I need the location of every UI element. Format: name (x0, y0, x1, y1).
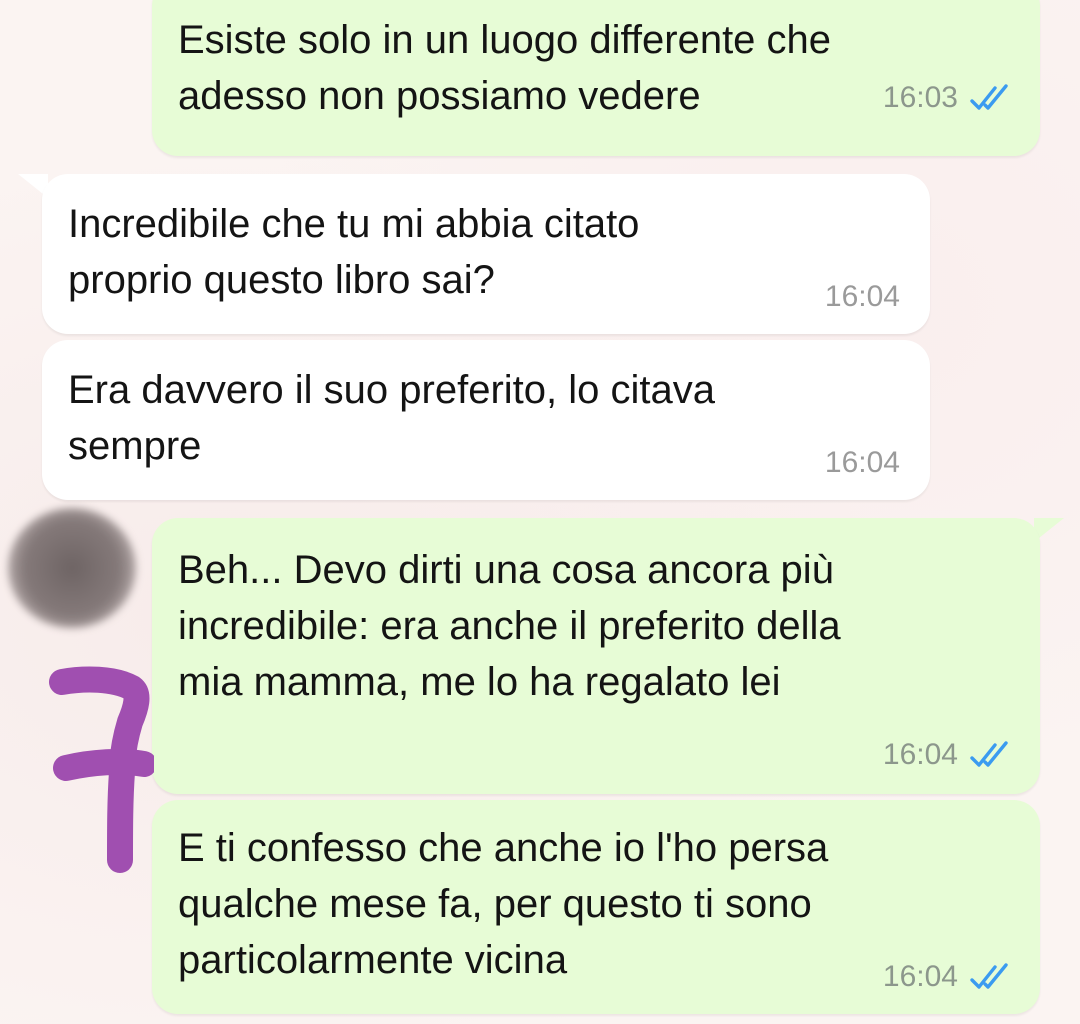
message-bubble-incoming[interactable]: Era davvero il suo preferito, lo citava … (42, 340, 930, 500)
message-time: 16:04 (882, 960, 958, 993)
message-meta: 16:04 (883, 960, 1014, 994)
message-text: Incredibile che tu mi abbia citato propr… (68, 202, 640, 302)
message-time: 16:04 (882, 738, 958, 771)
double-check-icon (970, 963, 1008, 989)
redacted-avatar (8, 508, 136, 628)
message-meta: 16:04 (825, 446, 900, 480)
message-text: Era davvero il suo preferito, lo citava … (68, 368, 715, 468)
message-meta: 16:03 (883, 81, 1014, 115)
message-text: Esiste solo in un luogo differente che a… (178, 18, 832, 118)
message-meta: 16:04 (883, 738, 1014, 772)
double-check-icon (970, 741, 1008, 767)
message-meta: 16:04 (825, 280, 900, 314)
message-time: 16:03 (882, 81, 958, 114)
double-check-icon (970, 84, 1008, 110)
message-text: E ti confesso che anche io l'ho persa qu… (178, 826, 829, 982)
message-bubble-outgoing[interactable]: E ti confesso che anche io l'ho persa qu… (152, 800, 1040, 1014)
handwritten-number-seven (49, 666, 154, 873)
message-text: Beh... Devo dirti una cosa ancora più in… (178, 548, 841, 704)
message-bubble-incoming[interactable]: Incredibile che tu mi abbia citato propr… (42, 174, 930, 334)
message-bubble-outgoing[interactable]: Beh... Devo dirti una cosa ancora più in… (152, 518, 1040, 794)
message-time: 16:04 (824, 446, 900, 479)
message-time: 16:04 (824, 280, 900, 313)
message-bubble-outgoing[interactable]: Esiste solo in un luogo differente che a… (152, 0, 1040, 156)
